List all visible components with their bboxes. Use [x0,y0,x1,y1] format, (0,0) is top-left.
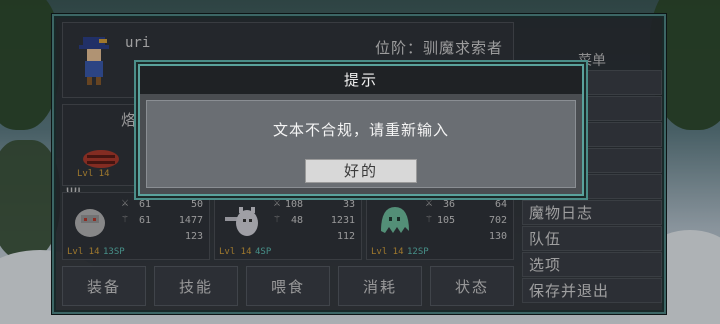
dialog-body: 文本不合规，请重新输入 好的 [146,100,576,188]
ok-button[interactable]: 好的 [305,159,417,183]
dialog-message: 文本不合规，请重新输入 [272,121,449,139]
dialog-title: 提示 [140,66,582,94]
alert-dialog: 提示 文本不合规，请重新输入 好的 [138,64,584,196]
